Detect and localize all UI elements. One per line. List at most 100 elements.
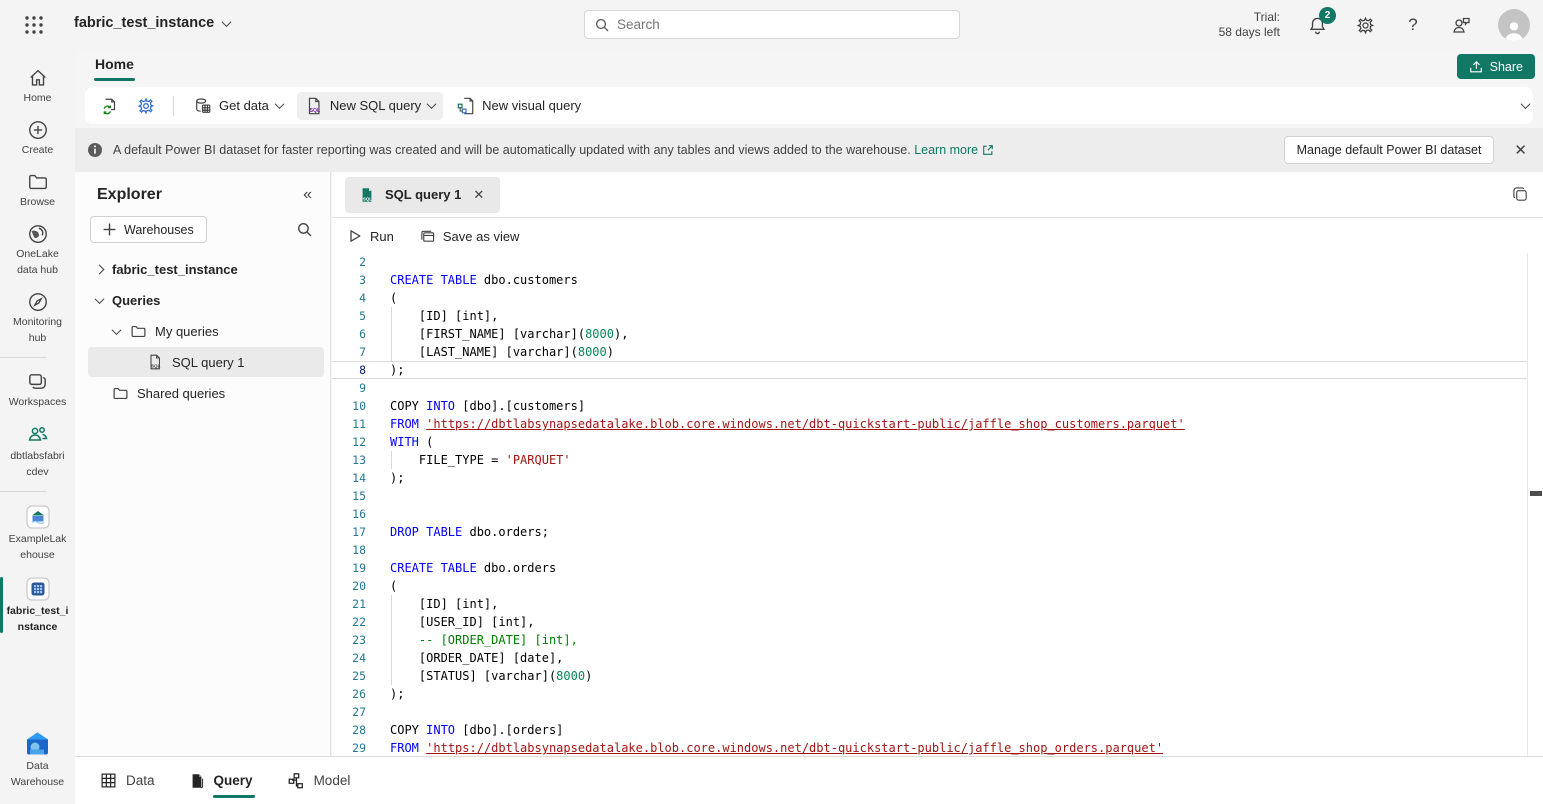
view-tab-data[interactable]: Data	[100, 757, 155, 804]
code-line-25[interactable]: 25 [STATUS] [varchar](8000)	[332, 667, 1527, 685]
code-line-13[interactable]: 13 FILE_TYPE = 'PARQUET'	[332, 451, 1527, 469]
rail-item-workspace-dbtlabsfabricdev[interactable]: dbtlabsfabricdev	[0, 416, 75, 486]
code-text: [FIRST_NAME] [varchar](8000),	[390, 325, 628, 343]
code-line-14[interactable]: 14);	[332, 469, 1527, 487]
tree-item-fabric-test-instance[interactable]: fabric_test_instance	[88, 254, 324, 284]
view-tab-query[interactable]: Query	[189, 757, 253, 804]
tree-item-sql-query-1[interactable]: SQLSQL query 1	[88, 347, 324, 377]
copy-icon[interactable]	[1512, 186, 1529, 203]
tab-home[interactable]: Home	[83, 54, 146, 74]
line-number: 11	[332, 415, 366, 433]
app-launcher-icon[interactable]	[22, 13, 46, 37]
add-warehouses-button[interactable]: Warehouses	[90, 216, 207, 243]
code-line-17[interactable]: 17DROP TABLE dbo.orders;	[332, 523, 1527, 541]
code-line-22[interactable]: 22 [USER_ID] [int],	[332, 613, 1527, 631]
rail-item-label: Monitoring	[13, 316, 62, 329]
rail-item-label: nstance	[18, 621, 58, 634]
new-visual-query-button[interactable]: New visual query	[449, 92, 589, 120]
tree-item-queries[interactable]: Queries	[88, 285, 324, 315]
explorer-title: Explorer	[97, 186, 162, 204]
code-line-26[interactable]: 26);	[332, 685, 1527, 703]
rail-item-label: data hub	[17, 264, 58, 277]
rail-item-item-examplelakehouse[interactable]: ExampleLakehouse	[0, 497, 75, 569]
code-line-28[interactable]: 28COPY INTO [dbo].[orders]	[332, 721, 1527, 739]
help-button[interactable]: ?	[1402, 14, 1424, 36]
code-text: [ORDER_DATE] [date],	[390, 649, 563, 667]
rail-item-data-warehouse[interactable]: DataWarehouse	[0, 723, 75, 796]
database-icon	[194, 97, 212, 115]
search-input[interactable]	[617, 17, 949, 32]
tree-item-my-queries[interactable]: My queries	[88, 316, 324, 346]
feedback-button[interactable]	[1450, 14, 1472, 36]
line-number: 25	[332, 667, 366, 685]
chevron-right-icon[interactable]	[94, 264, 104, 274]
rail-item-label: Data	[26, 760, 48, 773]
tree-item-label: My queries	[155, 324, 219, 339]
settings-gear-button[interactable]	[131, 92, 161, 120]
code-line-8[interactable]: 8);	[332, 361, 1527, 379]
code-line-18[interactable]: 18	[332, 541, 1527, 559]
global-search[interactable]	[584, 10, 960, 39]
code-line-7[interactable]: 7 [LAST_NAME] [varchar](8000)	[332, 343, 1527, 361]
code-line-29[interactable]: 29FROM 'https://dbtlabsynapsedatalake.bl…	[332, 739, 1527, 756]
rail-item-onelake-data-hub[interactable]: OneLakedata hub	[0, 216, 75, 284]
code-line-12[interactable]: 12WITH (	[332, 433, 1527, 451]
editor-scrollbar[interactable]	[1529, 253, 1543, 756]
rail-item-create[interactable]: Create	[0, 112, 75, 164]
code-line-10[interactable]: 10COPY INTO [dbo].[customers]	[332, 397, 1527, 415]
rail-item-label: cdev	[26, 466, 48, 479]
rail-item-item-fabric-test-instance[interactable]: fabric_test_instance	[0, 569, 75, 641]
explorer-panel: Explorer « Warehouses fabric_test_instan…	[75, 172, 331, 756]
explorer-search-icon[interactable]	[297, 222, 312, 237]
code-line-5[interactable]: 5 [ID] [int],	[332, 307, 1527, 325]
save-as-view-button[interactable]: Save as view	[420, 229, 520, 244]
code-line-3[interactable]: 3CREATE TABLE dbo.customers	[332, 271, 1527, 289]
share-button[interactable]: Share	[1457, 54, 1535, 79]
code-line-27[interactable]: 27	[332, 703, 1527, 721]
code-line-21[interactable]: 21 [ID] [int],	[332, 595, 1527, 613]
code-line-19[interactable]: 19CREATE TABLE dbo.orders	[332, 559, 1527, 577]
code-line-15[interactable]: 15	[332, 487, 1527, 505]
rail-item-label: Home	[23, 92, 51, 105]
new-sql-query-button[interactable]: SQL New SQL query	[297, 92, 443, 120]
code-line-11[interactable]: 11FROM 'https://dbtlabsynapsedatalake.bl…	[332, 415, 1527, 433]
sql-code-editor[interactable]: 23CREATE TABLE dbo.customers4(5 [ID] [in…	[332, 253, 1528, 756]
line-number: 8	[332, 361, 366, 379]
settings-button[interactable]	[1354, 14, 1376, 36]
code-line-24[interactable]: 24 [ORDER_DATE] [date],	[332, 649, 1527, 667]
code-line-4[interactable]: 4(	[332, 289, 1527, 307]
banner-close-icon[interactable]: ✕	[1510, 141, 1531, 159]
topbar-actions: Trial: 58 days left 2 ?	[1219, 0, 1543, 50]
get-data-button[interactable]: Get data	[186, 92, 291, 120]
code-line-6[interactable]: 6 [FIRST_NAME] [varchar](8000),	[332, 325, 1527, 343]
chevron-down-icon[interactable]	[94, 294, 104, 304]
code-line-20[interactable]: 20(	[332, 577, 1527, 595]
refresh-dataset-button[interactable]	[95, 92, 125, 120]
tab-sql-query-1[interactable]: SQL SQL query 1 ✕	[345, 177, 500, 213]
code-line-9[interactable]: 9	[332, 379, 1527, 397]
editor-toolbar: Run Save as view	[332, 219, 1543, 253]
notifications-button[interactable]: 2	[1306, 14, 1328, 36]
learn-more-link[interactable]: Learn more	[914, 143, 994, 157]
collapse-panel-icon[interactable]: «	[303, 186, 312, 204]
workspace-switcher[interactable]: fabric_test_instance	[74, 15, 230, 31]
tree-item-shared-queries[interactable]: Shared queries	[88, 378, 324, 408]
code-line-2[interactable]: 2	[332, 253, 1527, 271]
chevron-down-icon[interactable]	[111, 325, 121, 335]
rail-item-monitoring-hub[interactable]: Monitoringhub	[0, 284, 75, 352]
tab-close-icon[interactable]: ✕	[471, 187, 486, 203]
code-line-16[interactable]: 16	[332, 505, 1527, 523]
run-button[interactable]: Run	[348, 229, 394, 244]
code-line-23[interactable]: 23 -- [ORDER_DATE] [int],	[332, 631, 1527, 649]
rail-item-home[interactable]: Home	[0, 60, 75, 112]
rail-item-workspaces[interactable]: Workspaces	[0, 363, 75, 416]
svg-text:SQL: SQL	[310, 108, 320, 114]
manage-dataset-button[interactable]: Manage default Power BI dataset	[1284, 136, 1495, 164]
banner-message: A default Power BI dataset for faster re…	[113, 143, 994, 157]
line-number: 14	[332, 469, 366, 487]
ribbon-collapse-chevron[interactable]	[1522, 96, 1529, 114]
line-number: 21	[332, 595, 366, 613]
rail-item-browse[interactable]: Browse	[0, 164, 75, 216]
view-tab-model[interactable]: Model	[287, 757, 351, 804]
avatar[interactable]	[1498, 9, 1530, 41]
